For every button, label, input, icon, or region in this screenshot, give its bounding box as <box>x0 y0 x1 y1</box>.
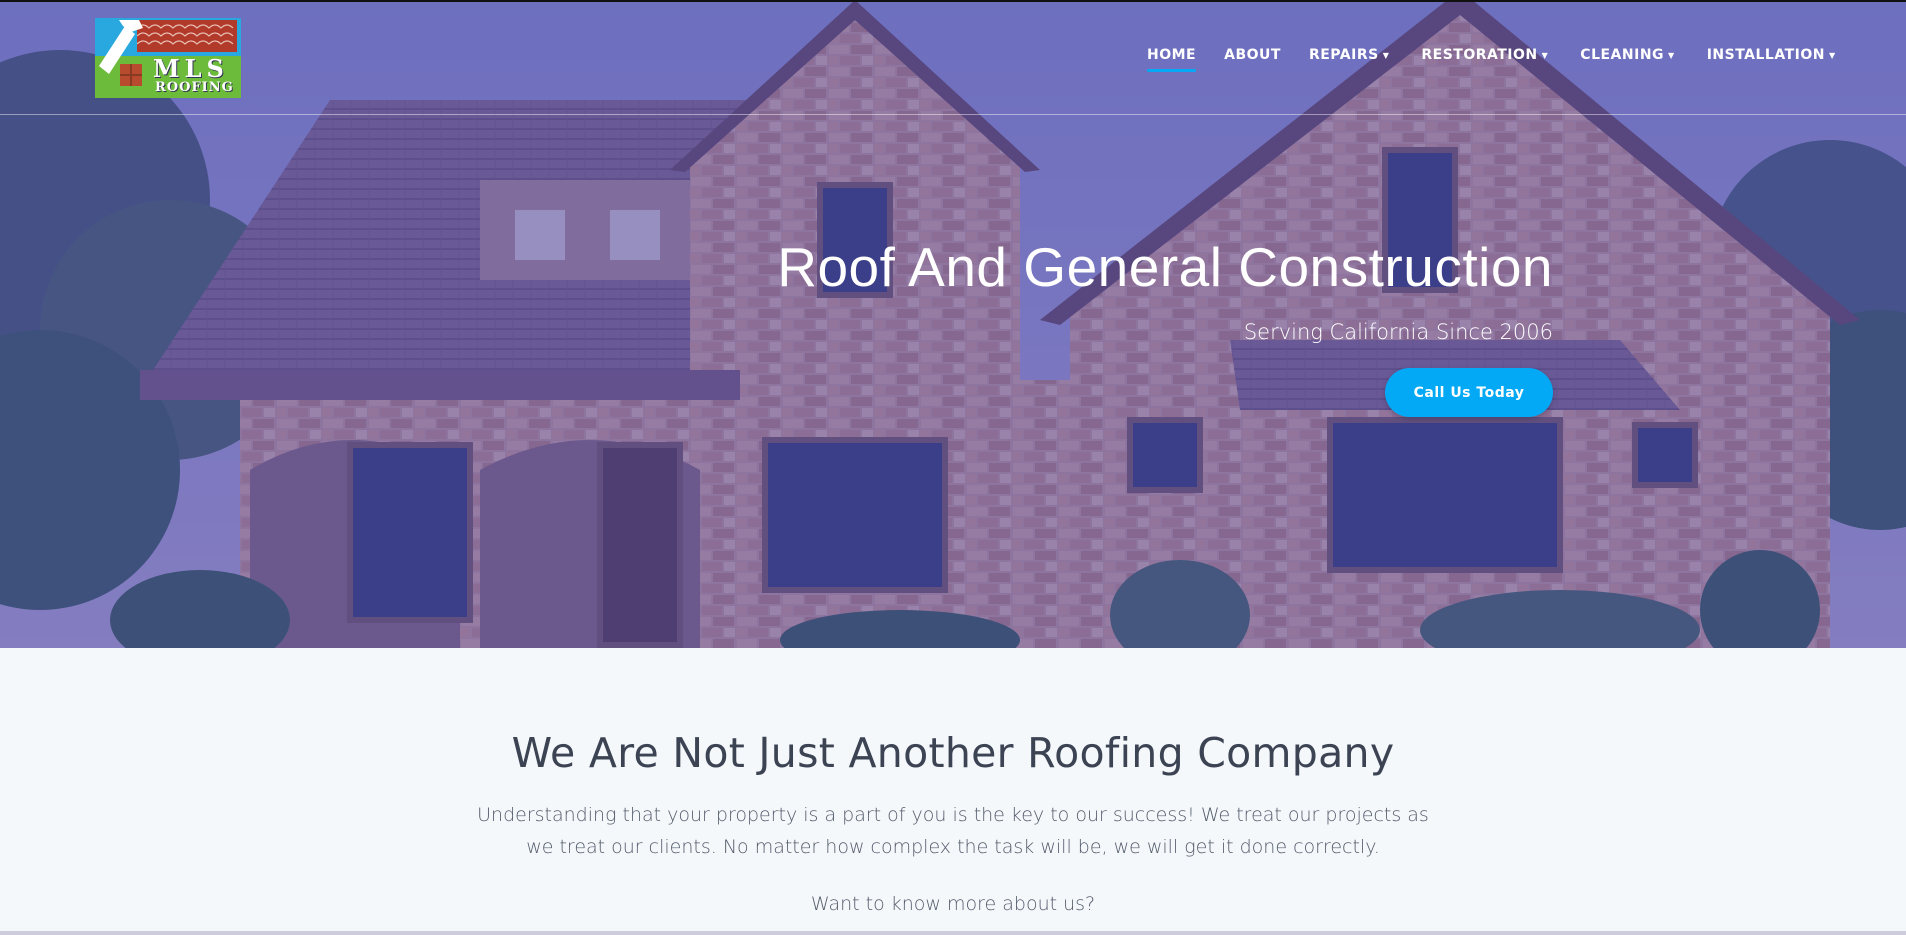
hero-color-overlay <box>0 0 1906 648</box>
site-logo[interactable]: MLS ROOFING <box>95 18 241 98</box>
nav-item-label: REPAIRS <box>1308 47 1379 63</box>
header-divider <box>0 114 1906 115</box>
intro-heading: We Are Not Just Another Roofing Company <box>511 729 1395 777</box>
nav-item-label: HOME <box>1147 47 1197 63</box>
nav-item-home[interactable]: HOME <box>1147 47 1197 72</box>
caret-down-icon: ▼ <box>1828 50 1836 60</box>
nav-item-label: RESTORATION <box>1421 47 1538 63</box>
hero-title: Roof And General Construction <box>777 236 1553 298</box>
hero-subtitle: Serving California Since 2006 <box>1243 320 1553 344</box>
nav-item-label: INSTALLATION <box>1706 47 1825 63</box>
more-about-us-text: Want to know more about us? <box>810 893 1096 915</box>
logo-text-sub: ROOFING <box>155 80 234 95</box>
intro-section: We Are Not Just Another Roofing Company … <box>0 648 1906 915</box>
logo-text-main: MLS <box>153 54 229 83</box>
hammer-icon <box>99 20 143 74</box>
nav-item-label: CLEANING <box>1580 47 1665 63</box>
nav-item-cleaning[interactable]: CLEANING ▼ <box>1580 47 1674 63</box>
nav-item-label: ABOUT <box>1224 47 1281 63</box>
caret-down-icon: ▼ <box>1541 50 1549 60</box>
top-border <box>0 0 1906 2</box>
call-us-button[interactable]: Call Us Today <box>1385 368 1553 417</box>
intro-paragraph: Understanding that your property is a pa… <box>477 804 1429 858</box>
caret-down-icon: ▼ <box>1668 50 1675 60</box>
nav-item-restoration[interactable]: RESTORATION ▼ <box>1421 47 1548 63</box>
hero-section: MLS ROOFING HOME ABOUT REPAIRS ▼ RESTORA… <box>0 0 1906 648</box>
nav-item-about[interactable]: ABOUT <box>1224 47 1281 63</box>
nav-item-repairs[interactable]: REPAIRS ▼ <box>1309 47 1389 63</box>
main-navigation: HOME ABOUT REPAIRS ▼ RESTORATION ▼ CLEAN… <box>1147 47 1864 72</box>
caret-down-icon: ▼ <box>1382 50 1390 60</box>
bottom-edge <box>0 931 1906 935</box>
nav-item-installation[interactable]: INSTALLATION ▼ <box>1707 47 1836 63</box>
